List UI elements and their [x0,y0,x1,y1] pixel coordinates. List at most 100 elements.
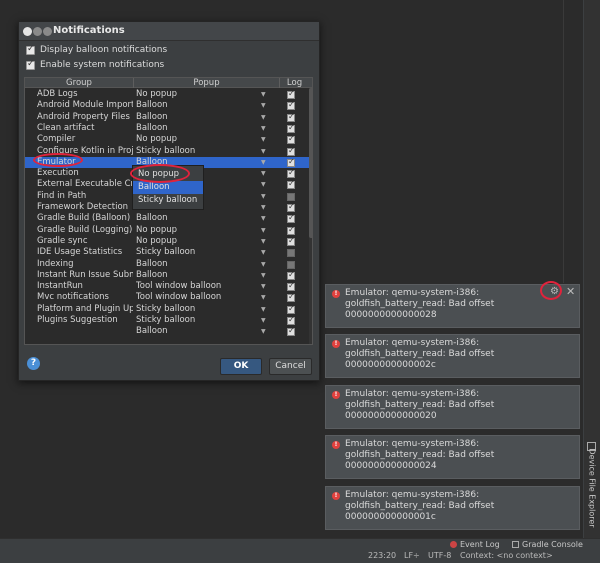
gradle-console-tab[interactable]: Gradle Console [512,540,583,549]
ok-button[interactable]: OK [220,358,262,375]
popup-dropdown-icon[interactable]: ▼ [261,100,266,111]
popup-dropdown-icon[interactable]: ▼ [261,259,266,270]
popup-dropdown-icon[interactable]: ▼ [261,157,266,168]
popup-dropdown-icon[interactable]: ▼ [261,146,266,157]
popup-dropdown-icon[interactable]: ▼ [261,270,266,281]
popup-dropdown-icon[interactable]: ▼ [261,168,266,179]
log-checkbox[interactable] [287,326,295,337]
context-selector[interactable]: Context: <no context> [460,551,553,560]
row-popup[interactable]: Tool window balloon [136,281,246,292]
log-checkbox[interactable] [287,304,295,314]
table-scrollbar[interactable] [309,88,312,344]
row-popup[interactable]: Balloon [136,100,246,111]
popup-dropdown-icon[interactable]: ▼ [261,304,266,315]
file-encoding[interactable]: UTF-8 [428,551,451,560]
notification-balloon[interactable]: ! Emulator: qemu-system-i386: goldfish_bat… [325,435,580,479]
log-checkbox[interactable] [287,168,295,179]
row-popup[interactable]: Balloon [136,259,246,270]
log-checkbox[interactable] [287,89,295,99]
display-balloon-checkbox[interactable] [26,44,35,55]
table-row[interactable]: Platform and Plugin UpdatesSticky balloo… [25,304,309,315]
log-checkbox[interactable] [287,260,295,269]
row-popup[interactable]: No popup [136,134,246,145]
column-header-group[interactable]: Group [25,78,133,88]
row-popup[interactable]: Sticky balloon [136,304,246,315]
table-row[interactable]: Android Property Files Balloon ▼ [25,112,309,123]
notification-balloon[interactable]: ! Emulator: qemu-system-i386: goldfish_bat… [325,486,580,530]
caret-position[interactable]: 223:20 [368,551,396,560]
window-minimize-icon[interactable] [33,27,42,36]
window-maximize-icon[interactable] [43,27,52,36]
table-row[interactable]: ADB Logs No popup ▼ [25,89,309,100]
row-popup[interactable]: Balloon [136,123,246,134]
table-row[interactable]: Gradle Build (Balloon) Balloon ▼ [25,213,309,224]
popup-dropdown-icon[interactable]: ▼ [261,179,266,190]
column-header-popup[interactable]: Popup [134,78,279,88]
close-icon[interactable]: ✕ [566,285,575,298]
popup-dropdown-icon[interactable]: ▼ [261,326,266,337]
row-popup[interactable]: Sticky balloon [136,247,246,258]
log-checkbox[interactable] [287,281,295,292]
table-scrollbar-thumb[interactable] [309,88,312,238]
help-icon[interactable]: ? [27,357,40,370]
table-row[interactable]: Gradle Build (Logging) No popup ▼ [25,225,309,236]
popup-dropdown-icon[interactable]: ▼ [261,281,266,292]
notification-balloon[interactable]: ! Emulator: qemu-system-i386: goldfish_bat… [325,385,580,429]
row-popup[interactable]: Sticky balloon [136,146,246,157]
log-checkbox[interactable] [287,134,295,145]
popup-dropdown-icon[interactable]: ▼ [261,225,266,236]
log-checkbox[interactable] [287,157,295,167]
row-popup[interactable]: Tool window balloon [136,292,246,303]
log-checkbox[interactable] [287,270,295,280]
cancel-button[interactable]: Cancel [269,358,312,375]
log-checkbox[interactable] [287,100,295,111]
row-popup[interactable]: No popup [136,225,246,236]
row-popup[interactable]: Balloon [136,112,246,123]
log-checkbox[interactable] [287,213,295,224]
log-checkbox[interactable] [287,123,295,133]
table-row[interactable]: Indexing Balloon ▼ [25,259,309,270]
table-row[interactable]: Gradle sync No popup ▼ [25,236,309,247]
dropdown-option[interactable]: Sticky balloon [133,194,203,207]
row-popup[interactable]: Balloon [136,326,246,337]
table-row[interactable]: Instant Run Issue SubmissionBalloon ▼ [25,270,309,281]
table-row[interactable]: Balloon ▼ [25,326,309,337]
log-checkbox[interactable] [287,249,295,258]
popup-dropdown-icon[interactable]: ▼ [261,292,266,303]
popup-dropdown-icon[interactable]: ▼ [261,315,266,326]
log-checkbox[interactable] [287,192,295,201]
popup-dropdown-icon[interactable]: ▼ [261,123,266,134]
row-popup[interactable]: Balloon [136,213,246,224]
log-checkbox[interactable] [287,315,295,325]
table-row[interactable]: Compiler No popup ▼ [25,134,309,145]
log-checkbox[interactable] [287,292,295,303]
notification-balloon[interactable]: ! Emulator: qemu-system-i386: goldfish_bat… [325,334,580,378]
popup-dropdown-icon[interactable]: ▼ [261,191,266,202]
log-checkbox[interactable] [287,225,295,235]
table-row[interactable]: Mvc notifications Tool window balloon ▼ [25,292,309,303]
popup-dropdown-icon[interactable]: ▼ [261,112,266,123]
table-row[interactable]: Plugins Suggestion Sticky balloon ▼ [25,315,309,326]
popup-dropdown-icon[interactable]: ▼ [261,202,266,213]
enable-system-checkbox[interactable] [26,59,35,70]
row-popup[interactable]: No popup [136,89,246,100]
table-row[interactable]: IDE Usage Statistics Sticky balloon ▼ [25,247,309,258]
popup-dropdown-icon[interactable]: ▼ [261,236,266,247]
table-row[interactable]: Android Module Import Balloon ▼ [25,100,309,111]
event-log-tab[interactable]: Event Log [450,540,500,549]
table-row[interactable]: Clean artifact Balloon ▼ [25,123,309,134]
row-popup[interactable]: No popup [136,236,246,247]
popup-dropdown-icon[interactable]: ▼ [261,89,266,100]
table-row[interactable]: InstantRun Tool window balloon ▼ [25,281,309,292]
log-checkbox[interactable] [287,236,295,246]
popup-dropdown-icon[interactable]: ▼ [261,213,266,224]
log-checkbox[interactable] [287,202,295,212]
dropdown-option[interactable]: Balloon [133,181,203,194]
popup-dropdown-icon[interactable]: ▼ [261,247,266,258]
log-checkbox[interactable] [287,179,295,190]
row-popup[interactable]: Sticky balloon [136,315,246,326]
column-header-log[interactable]: Log [280,78,309,88]
row-popup[interactable]: Balloon [136,270,246,281]
log-checkbox[interactable] [287,112,295,122]
device-file-explorer-tab[interactable]: Device File Explorer [584,440,599,536]
